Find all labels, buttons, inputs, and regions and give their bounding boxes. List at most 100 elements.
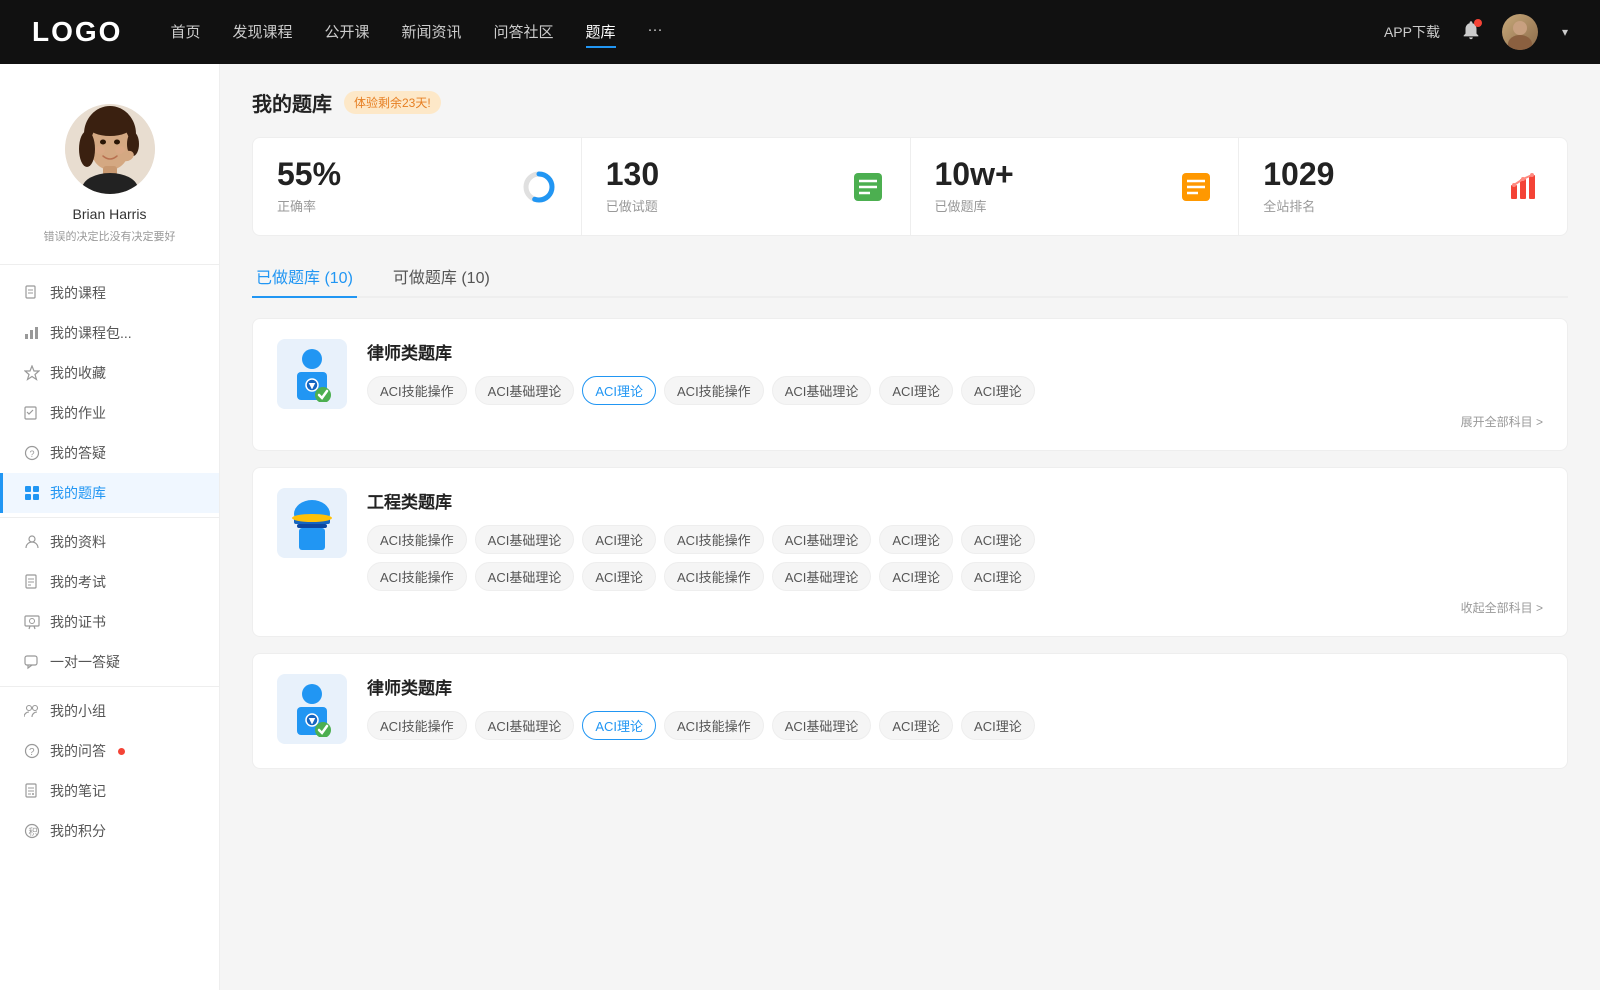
- qbank-tags: ACI技能操作 ACI基础理论 ACI理论 ACI技能操作 ACI基础理论 AC…: [367, 376, 1543, 405]
- tag[interactable]: ACI理论: [961, 562, 1035, 591]
- sidebar-item-qa[interactable]: ? 我的答疑: [0, 433, 219, 473]
- tag[interactable]: ACI理论: [961, 525, 1035, 554]
- sidebar-item-label: 我的问答: [50, 741, 106, 761]
- qbank-header-engineer: 工程类题库 ACI技能操作 ACI基础理论 ACI理论 ACI技能操作 ACI基…: [277, 488, 1543, 616]
- tag[interactable]: ACI理论: [879, 525, 953, 554]
- tag[interactable]: ACI理论: [961, 376, 1035, 405]
- qbank-tags-lawyer-2: ACI技能操作 ACI基础理论 ACI理论 ACI技能操作 ACI基础理论 AC…: [367, 711, 1543, 740]
- stat-done-banks-label: 已做题库: [935, 196, 1014, 215]
- expand-link[interactable]: 展开全部科目 >: [1461, 413, 1543, 430]
- tag[interactable]: ACI理论: [879, 376, 953, 405]
- qbank-icon-lawyer: [277, 339, 347, 409]
- nav-right: APP下载 ▾: [1384, 14, 1568, 50]
- sidebar-item-profile[interactable]: 我的资料: [0, 522, 219, 562]
- stat-done-banks: 10w+ 已做题库: [911, 138, 1240, 235]
- sidebar-item-label: 我的小组: [50, 701, 106, 721]
- sidebar-item-question-bank[interactable]: 我的题库: [0, 473, 219, 513]
- tag[interactable]: ACI基础理论: [772, 711, 872, 740]
- tag[interactable]: ACI基础理论: [475, 525, 575, 554]
- sidebar-item-label: 我的证书: [50, 612, 106, 632]
- star-icon: [24, 365, 40, 381]
- sidebar-item-label: 我的积分: [50, 821, 106, 841]
- qbank-icon-lawyer-2: [277, 674, 347, 744]
- svg-text:?: ?: [30, 449, 35, 459]
- sidebar-item-course-package[interactable]: 我的课程包...: [0, 313, 219, 353]
- tag[interactable]: ACI理论: [961, 711, 1035, 740]
- sidebar-menu: 我的课程 我的课程包... 我的收藏 我的作业: [0, 265, 219, 859]
- sidebar-item-my-courses[interactable]: 我的课程: [0, 273, 219, 313]
- qbank-header-lawyer-2: 律师类题库 ACI技能操作 ACI基础理论 ACI理论 ACI技能操作 ACI基…: [277, 674, 1543, 748]
- tag[interactable]: ACI技能操作: [367, 376, 467, 405]
- tag[interactable]: ACI技能操作: [367, 525, 467, 554]
- note-green-icon: [850, 169, 886, 205]
- sidebar-item-my-qa[interactable]: ? 我的问答: [0, 731, 219, 771]
- nav-more[interactable]: ···: [648, 17, 663, 48]
- qbank-footer-engineer: 收起全部科目 >: [367, 599, 1543, 616]
- nav-home[interactable]: 首页: [170, 17, 200, 48]
- notification-bell[interactable]: [1460, 19, 1482, 46]
- nav-qa[interactable]: 问答社区: [494, 17, 554, 48]
- tab-done-banks[interactable]: 已做题库 (10): [252, 256, 357, 298]
- sidebar-item-label: 我的笔记: [50, 781, 106, 801]
- tag[interactable]: ACI技能操作: [367, 711, 467, 740]
- tab-available-banks[interactable]: 可做题库 (10): [389, 256, 494, 298]
- stat-done-banks-value: 10w+: [935, 158, 1014, 190]
- nav-open-course[interactable]: 公开课: [324, 17, 369, 48]
- stat-site-rank: 1029 全站排名: [1239, 138, 1567, 235]
- tag-highlighted[interactable]: ACI理论: [582, 711, 656, 740]
- app-download-link[interactable]: APP下载: [1384, 22, 1440, 42]
- tag[interactable]: ACI理论: [879, 562, 953, 591]
- tag[interactable]: ACI基础理论: [475, 562, 575, 591]
- tag[interactable]: ACI基础理论: [772, 376, 872, 405]
- user-avatar[interactable]: [1502, 14, 1538, 50]
- task-icon: [24, 405, 40, 421]
- notification-dot: [1474, 19, 1482, 27]
- qbank-section-engineer: 工程类题库 ACI技能操作 ACI基础理论 ACI理论 ACI技能操作 ACI基…: [252, 467, 1568, 637]
- tag[interactable]: ACI理论: [582, 525, 656, 554]
- logo[interactable]: LOGO: [32, 16, 122, 48]
- sidebar-motto: 错误的决定比没有决定要好: [44, 228, 176, 244]
- note-yellow-icon: [1178, 169, 1214, 205]
- sidebar-item-notes[interactable]: 我的笔记: [0, 771, 219, 811]
- qbank-header: 律师类题库 ACI技能操作 ACI基础理论 ACI理论 ACI技能操作 ACI基…: [277, 339, 1543, 430]
- qbank-info: 律师类题库 ACI技能操作 ACI基础理论 ACI理论 ACI技能操作 ACI基…: [367, 339, 1543, 430]
- stat-correct-rate-value: 55%: [277, 158, 341, 190]
- nav-discover[interactable]: 发现课程: [232, 17, 292, 48]
- sidebar-item-certificate[interactable]: 我的证书: [0, 602, 219, 642]
- qbank-tags-row1: ACI技能操作 ACI基础理论 ACI理论 ACI技能操作 ACI基础理论 AC…: [367, 525, 1543, 554]
- tag[interactable]: ACI技能操作: [664, 525, 764, 554]
- user-menu-dropdown[interactable]: ▾: [1562, 25, 1568, 39]
- note-icon: [24, 783, 40, 799]
- sidebar-item-label: 我的资料: [50, 532, 106, 552]
- donut-chart-icon: [521, 169, 557, 205]
- sidebar-item-one-on-one[interactable]: 一对一答疑: [0, 642, 219, 682]
- sidebar-item-label: 我的收藏: [50, 363, 106, 383]
- top-navigation: LOGO 首页 发现课程 公开课 新闻资讯 问答社区 题库 ··· APP下载 …: [0, 0, 1600, 64]
- sidebar-item-exam[interactable]: 我的考试: [0, 562, 219, 602]
- tag[interactable]: ACI基础理论: [475, 376, 575, 405]
- tag-highlighted[interactable]: ACI理论: [582, 376, 656, 405]
- tag[interactable]: ACI基础理论: [475, 711, 575, 740]
- sidebar-item-favorites[interactable]: 我的收藏: [0, 353, 219, 393]
- main-layout: Brian Harris 错误的决定比没有决定要好 我的课程 我的课程包...: [0, 64, 1600, 990]
- stat-correct-rate: 55% 正确率: [253, 138, 582, 235]
- sidebar-item-label: 我的考试: [50, 572, 106, 592]
- qbank-footer: 展开全部科目 >: [367, 413, 1543, 430]
- sidebar-item-points[interactable]: 积 我的积分: [0, 811, 219, 851]
- sidebar-item-group[interactable]: 我的小组: [0, 691, 219, 731]
- qbank-icon-engineer: [277, 488, 347, 558]
- sidebar-item-homework[interactable]: 我的作业: [0, 393, 219, 433]
- tag[interactable]: ACI基础理论: [772, 562, 872, 591]
- tag[interactable]: ACI理论: [582, 562, 656, 591]
- tag[interactable]: ACI技能操作: [664, 376, 764, 405]
- tag[interactable]: ACI技能操作: [367, 562, 467, 591]
- nav-exam[interactable]: 题库: [586, 17, 616, 48]
- nav-news[interactable]: 新闻资讯: [402, 17, 462, 48]
- stat-done-questions: 130 已做试题: [582, 138, 911, 235]
- stat-rank-left: 1029 全站排名: [1263, 158, 1334, 215]
- tag[interactable]: ACI基础理论: [772, 525, 872, 554]
- tag[interactable]: ACI技能操作: [664, 711, 764, 740]
- tag[interactable]: ACI技能操作: [664, 562, 764, 591]
- tag[interactable]: ACI理论: [879, 711, 953, 740]
- collapse-link[interactable]: 收起全部科目 >: [1461, 599, 1543, 616]
